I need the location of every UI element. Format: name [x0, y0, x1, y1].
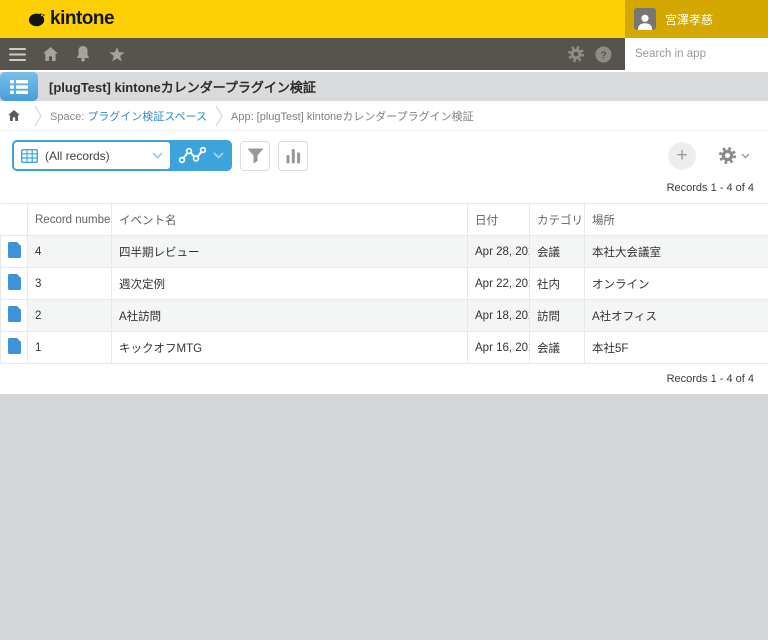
breadcrumb-separator-icon — [34, 105, 42, 127]
app-icon[interactable] — [0, 72, 38, 101]
global-nav-left — [0, 38, 567, 70]
funnel-icon — [247, 148, 264, 164]
cell-date: Apr 22, 2026 — [468, 268, 530, 300]
aggregate-chart-button[interactable] — [278, 141, 308, 171]
breadcrumb-separator-icon — [215, 105, 223, 127]
cell-category: 社内 — [530, 268, 585, 300]
user-menu[interactable]: 宮澤孝慈 — [625, 0, 768, 38]
column-header-record-number[interactable]: Record number — [28, 204, 112, 236]
cell-event-name: キックオフMTG — [112, 332, 468, 364]
svg-text:?: ? — [600, 50, 606, 61]
cell-category: 会議 — [530, 332, 585, 364]
gear-icon — [718, 146, 737, 165]
view-toolbar: (All records) — [0, 131, 768, 171]
record-icon-cell — [1, 332, 28, 364]
cell-date: Apr 16, 2026 — [468, 332, 530, 364]
records-count-top: Records 1 - 4 of 4 — [0, 182, 768, 194]
graph-view-button[interactable] — [170, 140, 232, 171]
cell-event-name: A社訪問 — [112, 300, 468, 332]
breadcrumb: Space: プラグイン検証スペース App: [plugTest] kinto… — [0, 101, 768, 131]
search-input[interactable] — [625, 38, 768, 70]
column-header-icon — [1, 204, 28, 236]
record-list-content: (All records) — [0, 131, 768, 394]
system-settings-gear-icon[interactable] — [567, 38, 585, 70]
view-selector-dropdown[interactable]: (All records) — [14, 142, 170, 169]
view-selector-value: (All records) — [45, 149, 145, 163]
user-name: 宮澤孝慈 — [665, 11, 713, 28]
cell-category: 会議 — [530, 236, 585, 268]
add-record-button[interactable]: + — [668, 142, 696, 170]
column-header-date[interactable]: 日付 — [468, 204, 530, 236]
cell-date: Apr 28, 2026 — [468, 236, 530, 268]
record-icon-cell — [1, 300, 28, 332]
open-record-icon[interactable] — [8, 274, 21, 290]
cell-place: 本社大会議室 — [585, 236, 768, 268]
record-icon-cell — [1, 236, 28, 268]
column-header-place[interactable]: 場所 — [585, 204, 768, 236]
notifications-bell-icon[interactable] — [66, 38, 100, 70]
chevron-down-icon — [152, 152, 163, 159]
filter-button[interactable] — [240, 141, 270, 171]
table-body: 4 四半期レビュー Apr 28, 2026 会議 本社大会議室 3 週次定例 … — [1, 236, 768, 364]
breadcrumb-space-label: Space: プラグイン検証スペース — [50, 108, 207, 124]
record-icon-cell — [1, 268, 28, 300]
cell-place: オンライン — [585, 268, 768, 300]
kintone-logo[interactable]: kintone — [0, 0, 625, 38]
open-record-icon[interactable] — [8, 306, 21, 322]
cell-category: 訪問 — [530, 300, 585, 332]
global-nav-bar: ? — [0, 38, 768, 70]
cell-date: Apr 18, 2026 — [468, 300, 530, 332]
app-settings-button[interactable] — [718, 146, 750, 165]
favorites-star-icon[interactable] — [100, 38, 134, 70]
app-title-bar: [plugTest] kintoneカレンダープラグイン検証 — [0, 72, 768, 101]
bar-chart-icon — [286, 148, 301, 164]
column-header-event-name[interactable]: イベント名 — [112, 204, 468, 236]
page: kintone 宮澤孝慈 — [0, 0, 768, 640]
open-record-icon[interactable] — [8, 338, 21, 354]
records-count-bottom: Records 1 - 4 of 4 — [0, 364, 768, 388]
cell-place: 本社5F — [585, 332, 768, 364]
kintone-logo-text: kintone — [50, 8, 114, 30]
record-list-table: Record number イベント名 日付 カテゴリ 場所 4 四半期レビュー… — [0, 203, 768, 364]
graph-line-icon — [179, 147, 206, 164]
hamburger-menu-icon[interactable] — [0, 38, 34, 70]
open-record-icon[interactable] — [8, 242, 21, 258]
cell-record-number: 2 — [28, 300, 112, 332]
kintone-logo-mark-icon — [28, 12, 46, 27]
table-row[interactable]: 2 A社訪問 Apr 18, 2026 訪問 A社オフィス — [1, 300, 768, 332]
column-header-category[interactable]: カテゴリ — [530, 204, 585, 236]
cell-place: A社オフィス — [585, 300, 768, 332]
cell-record-number: 3 — [28, 268, 112, 300]
app-title: [plugTest] kintoneカレンダープラグイン検証 — [49, 77, 316, 96]
cell-record-number: 1 — [28, 332, 112, 364]
global-nav-right: ? — [567, 38, 625, 70]
chevron-down-icon — [741, 153, 750, 159]
breadcrumb-space-prefix: Space: — [50, 111, 87, 123]
home-icon[interactable] — [34, 38, 66, 70]
table-row[interactable]: 3 週次定例 Apr 22, 2026 社内 オンライン — [1, 268, 768, 300]
breadcrumb-space-link[interactable]: プラグイン検証スペース — [87, 111, 207, 123]
cell-record-number: 4 — [28, 236, 112, 268]
cell-event-name: 週次定例 — [112, 268, 468, 300]
help-icon[interactable]: ? — [595, 38, 612, 70]
table-row[interactable]: 1 キックオフMTG Apr 16, 2026 会議 本社5F — [1, 332, 768, 364]
chevron-down-icon — [213, 152, 224, 159]
breadcrumb-app-current: App: [plugTest] kintoneカレンダープラグイン検証 — [231, 108, 474, 124]
view-selector-group: (All records) — [12, 140, 232, 171]
user-avatar-icon — [634, 8, 656, 30]
breadcrumb-home-icon[interactable] — [0, 110, 26, 121]
top-header-bar: kintone 宮澤孝慈 — [0, 0, 768, 38]
table-row[interactable]: 4 四半期レビュー Apr 28, 2026 会議 本社大会議室 — [1, 236, 768, 268]
app-search — [625, 38, 768, 70]
table-view-icon — [21, 149, 38, 163]
table-header-row: Record number イベント名 日付 カテゴリ 場所 — [1, 204, 768, 236]
cell-event-name: 四半期レビュー — [112, 236, 468, 268]
